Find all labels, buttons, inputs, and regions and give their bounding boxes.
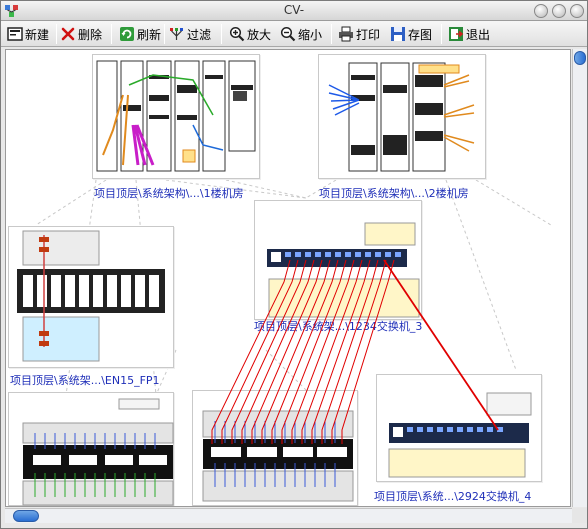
uplink-cord: [383, 259, 499, 431]
zoom-in-button[interactable]: 放大: [229, 24, 271, 44]
window-title: CV-: [283, 3, 305, 17]
toolbar-separator: [56, 24, 57, 44]
patch-cord: [301, 259, 363, 444]
delete-icon: [61, 27, 75, 41]
vertical-scroll-thumb[interactable]: [574, 51, 586, 65]
toolbar-separator: [441, 24, 442, 44]
print-button[interactable]: 打印: [338, 24, 380, 44]
toolbar-separator: [221, 24, 222, 44]
exit-icon: [449, 27, 464, 41]
toolbar-separator: [164, 24, 165, 44]
patch-cord: [331, 259, 387, 444]
toolbar-separator: [111, 24, 112, 44]
patch-cord: [311, 259, 371, 444]
zoom-in-label: 放大: [247, 27, 272, 42]
refresh-button[interactable]: 刷新: [119, 24, 161, 44]
zoom-in-icon: [229, 26, 245, 42]
new-label: 新建: [25, 27, 50, 42]
maximize-button[interactable]: [552, 4, 566, 18]
save-image-button[interactable]: 存图: [390, 24, 432, 44]
delete-label: 删除: [78, 27, 103, 42]
patch-cord: [211, 259, 291, 444]
exit-button[interactable]: 退出: [448, 24, 490, 44]
patch-cord: [261, 259, 331, 444]
zoom-out-icon: [280, 26, 296, 42]
print-label: 打印: [356, 27, 381, 42]
new-button[interactable]: 新建: [7, 24, 49, 44]
horizontal-scroll-thumb[interactable]: [13, 510, 39, 522]
delete-button[interactable]: 删除: [60, 24, 102, 44]
zoom-out-button[interactable]: 缩小: [280, 24, 322, 44]
refresh-icon: [120, 27, 134, 41]
exit-label: 退出: [466, 27, 491, 42]
save-image-label: 存图: [408, 27, 433, 42]
title-bar[interactable]: CV-: [1, 1, 587, 21]
patch-cord: [291, 259, 355, 444]
save-icon: [391, 27, 405, 41]
patch-cord: [221, 259, 299, 444]
filter-button[interactable]: 过滤: [169, 24, 211, 44]
toolbar: 新建 删除 刷新 过滤 放大 缩小 打印 存图 退出: [1, 21, 587, 47]
toolbar-separator: [331, 24, 332, 44]
filter-icon: [170, 28, 183, 40]
zoom-out-label: 缩小: [298, 27, 323, 42]
filter-label: 过滤: [187, 27, 212, 42]
close-button[interactable]: [570, 4, 584, 18]
diagram-canvas[interactable]: 项目顶层\系统架构\...\1楼机房 项目顶层\系统架构\...\2楼机房 项目…: [5, 49, 571, 507]
patch-cord-links: [211, 259, 499, 444]
print-icon: [339, 26, 353, 42]
resize-grip[interactable]: [572, 508, 587, 523]
patch-cord: [341, 259, 395, 444]
horizontal-scrollbar[interactable]: [5, 508, 572, 523]
refresh-label: 刷新: [137, 27, 162, 42]
vertical-scrollbar[interactable]: [572, 49, 587, 507]
minimize-button[interactable]: [534, 4, 548, 18]
new-icon: [7, 27, 23, 41]
application-window: CV- 新建 删除 刷新 过滤 放大 缩小 打印 存图 退出 项目顶层\系统架构…: [0, 0, 588, 529]
